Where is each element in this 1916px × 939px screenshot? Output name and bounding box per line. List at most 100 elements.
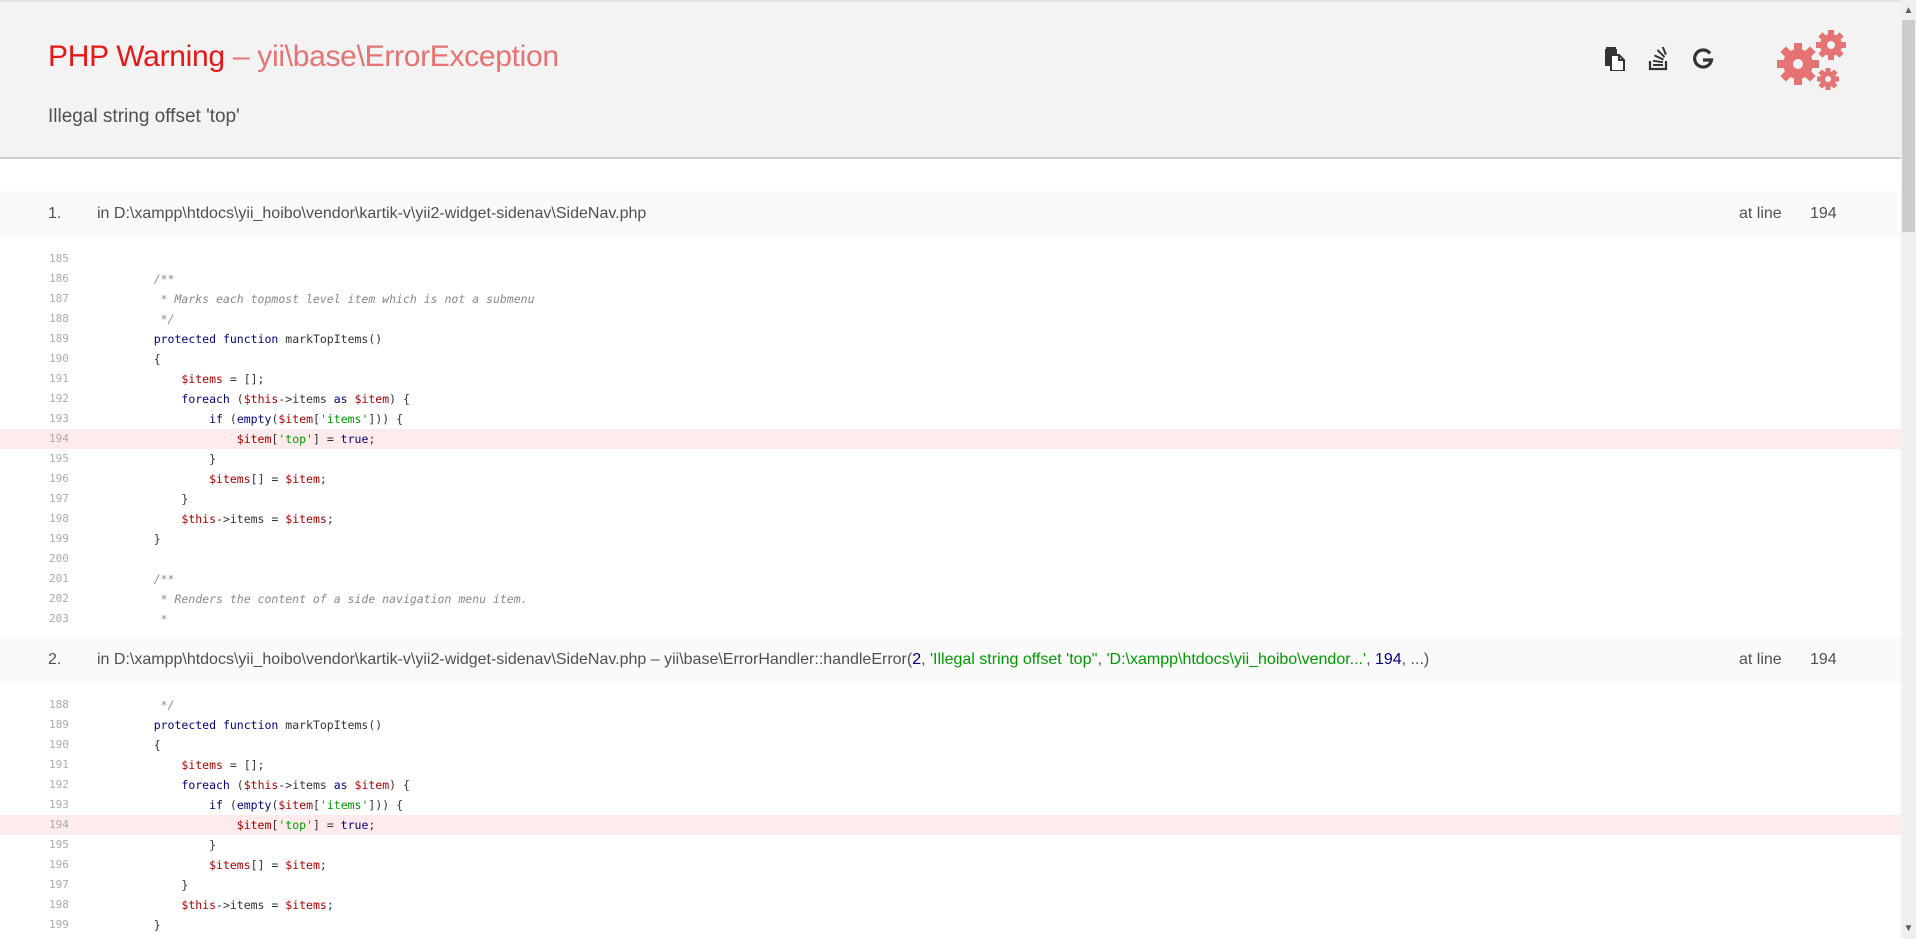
- code-line-number: 197: [49, 878, 69, 891]
- code-line-number: 191: [49, 758, 69, 771]
- scroll-down-arrow-icon[interactable]: ▼: [1901, 920, 1916, 937]
- code-line-number: 187: [49, 292, 69, 305]
- code-token: 'top': [278, 432, 313, 446]
- code-token: $items: [209, 472, 251, 486]
- code-token: $item: [354, 392, 390, 406]
- gears-icon: [1777, 30, 1846, 90]
- copy-stacktrace-icon[interactable]: [1603, 47, 1627, 71]
- code-token: ;: [326, 898, 334, 912]
- code-token: $items: [181, 758, 223, 772]
- code-line: 189 protected function markTopItems(): [0, 329, 1901, 349]
- title-separator: –: [224, 40, 258, 73]
- code-line-source: }: [126, 449, 216, 469]
- code-token: /**: [126, 272, 175, 286]
- code-line: 195 }: [0, 835, 1901, 855]
- code-token: {: [126, 352, 161, 366]
- code-token: [] =: [250, 472, 286, 486]
- code-line: 192 foreach ($this->items as $item) {: [0, 389, 1901, 409]
- page-scrollbar[interactable]: ▲ ▼: [1901, 0, 1916, 939]
- code-line: 191 $items = [];: [0, 369, 1901, 389]
- error-code-line: 194 $item['top'] = true;: [0, 815, 1901, 835]
- code-line-number: 202: [49, 592, 69, 605]
- code-token: protected: [153, 332, 217, 346]
- code-token: 'top': [278, 818, 313, 832]
- code-line-number: 198: [49, 512, 69, 525]
- code-line: 185: [0, 249, 1901, 269]
- code-line-source: }: [126, 915, 161, 935]
- code-line-source: protected function markTopItems(): [126, 715, 383, 735]
- code-line-source: {: [126, 349, 161, 369]
- code-line-number: 196: [49, 858, 69, 871]
- code-token: }: [126, 452, 217, 466]
- code-token: ;: [368, 432, 376, 446]
- google-icon[interactable]: [1691, 47, 1715, 71]
- code-line-number: 199: [49, 918, 69, 931]
- code-line-source: }: [126, 529, 161, 549]
- code-line-number: 199: [49, 532, 69, 545]
- code-token: ->items =: [216, 512, 286, 526]
- code-line-number: 198: [49, 898, 69, 911]
- call-index: 2.: [48, 651, 62, 668]
- code-line-source: $items = [];: [126, 755, 264, 775]
- code-line-source: if (empty($item['items'])) {: [126, 409, 403, 429]
- code-line-number: 186: [49, 272, 69, 285]
- code-token: as: [333, 778, 348, 792]
- code-line: 203 *: [0, 609, 1901, 629]
- argument-separator: ,: [921, 651, 930, 668]
- line-number: 194: [1810, 205, 1837, 222]
- code-token: ;: [319, 858, 327, 872]
- code-line: 190 {: [0, 349, 1901, 369]
- code-token: as: [333, 392, 348, 406]
- code-token: if: [209, 798, 223, 812]
- call-stack: 1. in D:\xampp\htdocs\yii_hoibo\vendor\ka…: [0, 191, 1901, 939]
- code-token: foreach: [181, 392, 230, 406]
- code-token: ->items =: [216, 898, 286, 912]
- code-line: 186 /**: [0, 269, 1901, 289]
- code-token: function: [222, 332, 279, 346]
- code-line: 191 $items = [];: [0, 755, 1901, 775]
- call-stack-item: 1. in D:\xampp\htdocs\yii_hoibo\vendor\ka…: [0, 191, 1901, 637]
- error-message: Illegal string offset 'top': [48, 106, 240, 127]
- code-line-source: }: [126, 489, 188, 509]
- code-line-number: 197: [49, 492, 69, 505]
- code-token: empty: [236, 798, 272, 812]
- code-token: $items: [285, 512, 327, 526]
- scroll-up-arrow-icon[interactable]: ▲: [1901, 2, 1916, 19]
- code-token: $this: [243, 392, 279, 406]
- code-token: }: [126, 878, 189, 892]
- call-stack-item-header[interactable]: 1. in D:\xampp\htdocs\yii_hoibo\vendor\ka…: [0, 191, 1901, 237]
- code-line: 199 }: [0, 529, 1901, 549]
- code-token: = [];: [222, 372, 265, 386]
- error-header: PHP Warning – yii\base\ErrorException Il…: [0, 2, 1901, 159]
- code-line: 199 }: [0, 915, 1901, 935]
- file-path-text: in D:\xampp\htdocs\yii_hoibo\vendor\kart…: [97, 205, 647, 222]
- code-line-source: $item['top'] = true;: [126, 815, 376, 835]
- code-line-number: 195: [49, 452, 69, 465]
- code-line: 200: [0, 549, 1901, 569]
- call-stack-item-header[interactable]: 2. in D:\xampp\htdocs\yii_hoibo\vendor\ka…: [0, 637, 1901, 683]
- code-line-number: 203: [49, 612, 69, 625]
- code-line-source: $this->items = $items;: [126, 895, 334, 915]
- code-token: ] =: [312, 432, 341, 446]
- code-token: }: [126, 532, 161, 546]
- code-token: [] =: [250, 858, 286, 872]
- code-token: ;: [368, 818, 376, 832]
- call-file-path: in D:\xampp\htdocs\yii_hoibo\vendor\kart…: [97, 205, 646, 223]
- code-token: $item: [285, 472, 320, 486]
- code-token: $this: [181, 898, 217, 912]
- scrollbar-thumb[interactable]: [1902, 20, 1915, 232]
- code-token: $items: [181, 372, 223, 386]
- stackoverflow-icon[interactable]: [1647, 47, 1671, 71]
- call-argument: 194: [1374, 651, 1402, 668]
- code-line: 189 protected function markTopItems(): [0, 715, 1901, 735]
- code-token: ->items: [278, 778, 334, 792]
- argument-separator: , ...): [1401, 651, 1430, 668]
- code-token: */: [126, 698, 175, 712]
